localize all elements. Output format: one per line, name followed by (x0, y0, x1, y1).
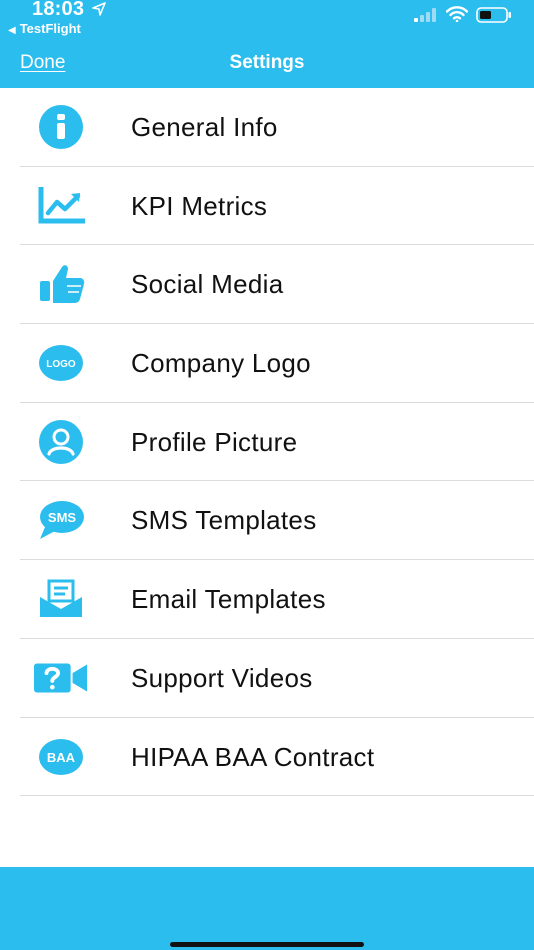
baa-badge-icon: BAA (34, 735, 88, 779)
status-time: 18:03 (32, 0, 85, 20)
settings-list: General Info KPI Metrics Social Media LO (0, 88, 534, 796)
settings-item-label: HIPAA BAA Contract (131, 741, 375, 772)
logo-badge-icon: LOGO (34, 341, 88, 385)
sms-bubble-text: SMS (48, 510, 77, 525)
settings-item-hipaa-baa-contract[interactable]: BAA HIPAA BAA Contract (0, 718, 534, 797)
settings-item-sms-templates[interactable]: SMS SMS Templates (0, 481, 534, 560)
settings-item-support-videos[interactable]: Support Videos (0, 639, 534, 718)
settings-item-company-logo[interactable]: LOGO Company Logo (0, 324, 534, 403)
sms-bubble-icon: SMS (34, 498, 88, 542)
video-question-icon (34, 656, 88, 700)
settings-item-email-templates[interactable]: Email Templates (0, 560, 534, 639)
battery-icon (476, 7, 511, 23)
settings-item-label: Profile Picture (131, 426, 298, 457)
user-avatar-icon (34, 419, 88, 464)
cellular-signal-icon (414, 8, 436, 22)
email-icon (34, 577, 88, 621)
home-indicator[interactable] (170, 942, 364, 947)
footer-bar (0, 867, 534, 950)
settings-item-general-info[interactable]: General Info (0, 88, 534, 167)
settings-item-social-media[interactable]: Social Media (0, 245, 534, 324)
back-app-label: TestFlight (19, 21, 81, 36)
back-to-app-link[interactable]: ◀ TestFlight (8, 21, 81, 36)
settings-item-label: Email Templates (131, 584, 326, 615)
nav-header: 18:03 ◀ TestFlight Done Settings (0, 0, 534, 88)
settings-item-label: Social Media (131, 269, 284, 300)
settings-item-label: Support Videos (131, 662, 313, 693)
location-arrow-icon (92, 2, 106, 16)
settings-item-label: Company Logo (131, 348, 311, 379)
settings-item-label: KPI Metrics (131, 190, 268, 221)
info-icon (34, 105, 88, 149)
thumbs-up-icon (34, 262, 88, 306)
wifi-icon (446, 6, 468, 22)
settings-item-profile-picture[interactable]: Profile Picture (0, 403, 534, 482)
baa-badge-text: BAA (47, 750, 76, 765)
settings-item-label: General Info (131, 112, 278, 142)
chart-icon (34, 184, 88, 228)
done-button[interactable]: Done (20, 52, 65, 74)
logo-badge-text: LOGO (46, 359, 76, 370)
page-title: Settings (229, 52, 305, 73)
back-triangle-icon: ◀ (8, 25, 16, 36)
settings-item-label: SMS Templates (131, 505, 317, 536)
settings-item-kpi-metrics[interactable]: KPI Metrics (0, 167, 534, 246)
